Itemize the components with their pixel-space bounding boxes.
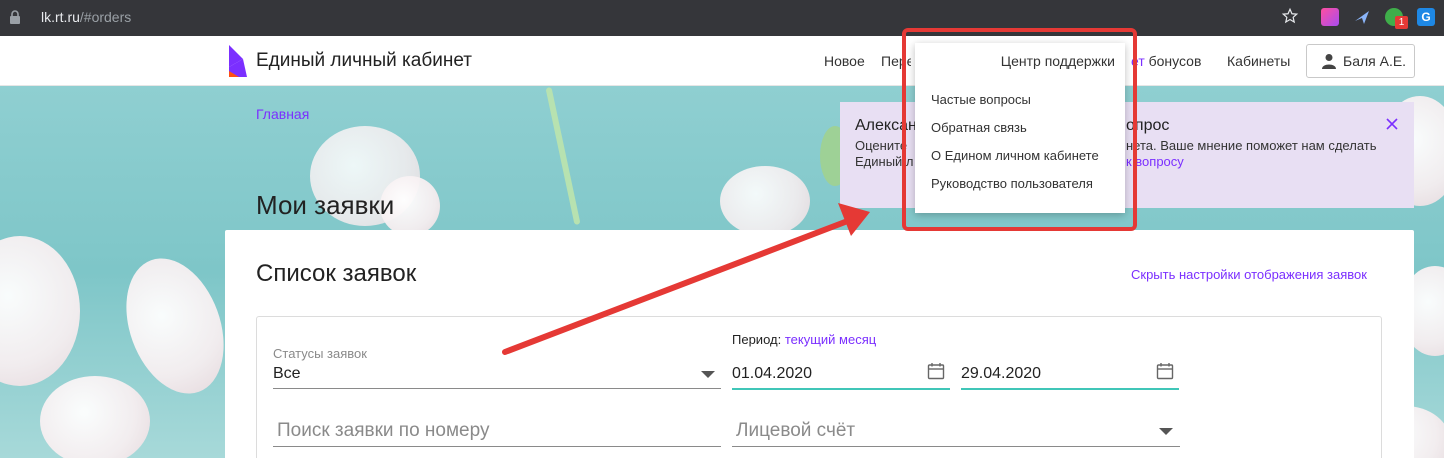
status-select[interactable]: Все [273,365,301,383]
rostelecom-logo-icon[interactable] [229,45,249,77]
filters-panel: Статусы заявок Все Период: текущий месяц… [256,316,1382,458]
url-host: lk.rt.ru [41,9,80,25]
nav-item-bonuses[interactable]: ет бонусов [1131,53,1201,69]
notice-text-start: Оцените [855,138,908,153]
calendar-icon[interactable] [1156,362,1174,380]
bookmark-star-icon[interactable] [1281,7,1299,25]
period-label: Период: текущий месяц [732,332,876,347]
extension-icon-g[interactable]: G [1417,8,1435,26]
lock-icon [10,10,20,24]
date-from-underline [732,388,950,390]
period-selector[interactable]: текущий месяц [785,332,876,347]
close-icon[interactable] [1385,117,1399,131]
nav-item-new[interactable]: Новое [824,53,865,69]
user-icon [1322,54,1336,69]
search-underline [273,446,721,447]
notice-text-end: нета. Ваше мнение поможет нам сделать [1126,138,1377,153]
date-from-input[interactable]: 01.04.2020 [732,365,812,383]
status-label: Статусы заявок [273,346,367,361]
breadcrumb-home[interactable]: Главная [256,106,309,122]
site-title[interactable]: Единый личный кабинет [256,50,472,72]
date-to-underline [961,388,1179,390]
extension-badge: 1 [1395,16,1408,29]
order-search-input[interactable]: Поиск заявки по номеру [277,420,489,442]
address-bar[interactable]: lk.rt.ru/#orders [41,9,131,25]
date-to-input[interactable]: 29.04.2020 [961,365,1041,383]
chevron-down-icon[interactable] [701,371,715,378]
extension-icon-plane[interactable] [1353,8,1371,26]
annotation-highlight-box [902,28,1137,231]
chevron-down-icon[interactable] [1159,428,1173,435]
user-name: Баля А.Е. [1343,53,1407,69]
calendar-icon[interactable] [927,362,945,380]
hide-settings-link[interactable]: Скрыть настройки отображения заявок [1131,267,1367,282]
account-select[interactable]: Лицевой счёт [736,420,855,442]
nav-item-cabinets[interactable]: Кабинеты [1227,53,1290,69]
extension-icon-pink[interactable] [1321,8,1339,26]
site-header: Единый личный кабинет Новое Пере ет бону… [0,36,1444,86]
user-menu-button[interactable]: Баля А.Е. [1306,44,1415,78]
url-path: /#orders [79,9,132,25]
page-title: Мои заявки [256,190,395,220]
status-underline [273,388,721,389]
browser-toolbar: lk.rt.ru/#orders 1 G [0,0,1444,36]
orders-list-title: Список заявок [256,260,417,287]
period-label-text: Период: [732,332,782,347]
account-underline [732,446,1180,447]
orders-card: Список заявок Скрыть настройки отображен… [225,230,1414,458]
nav-bonus-text: бонусов [1144,53,1202,69]
